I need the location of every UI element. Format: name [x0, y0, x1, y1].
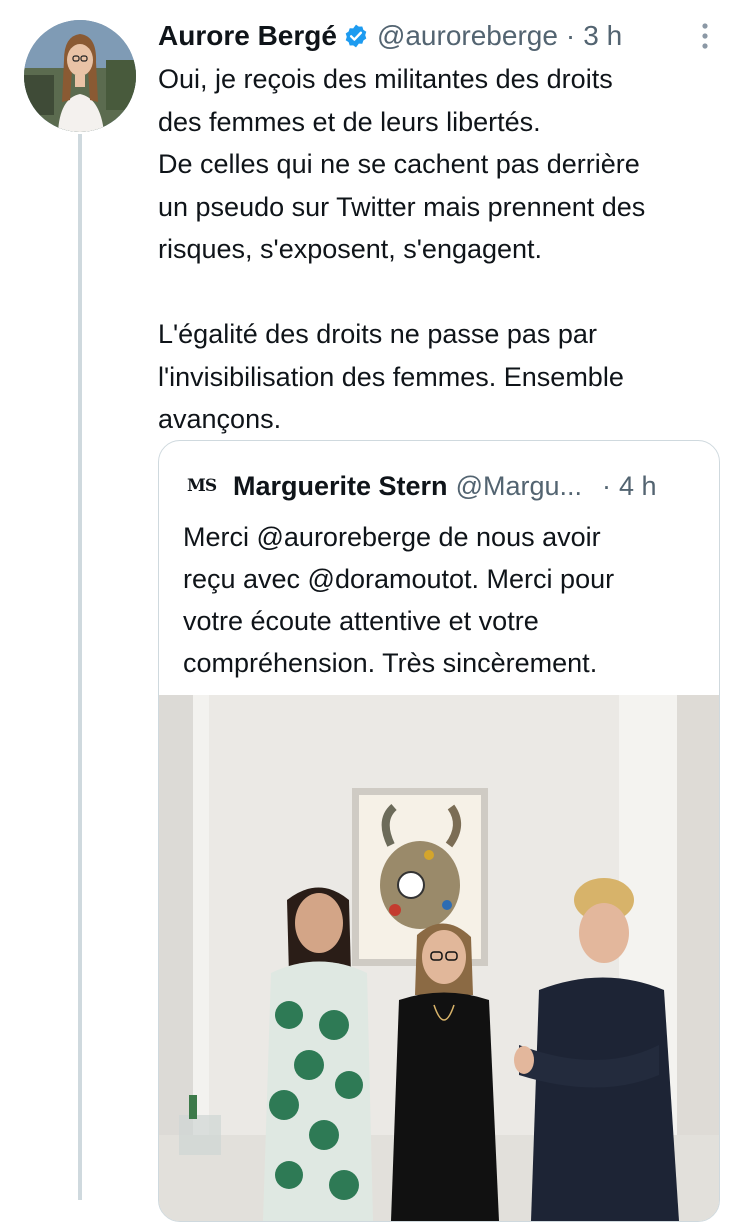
quoted-text-line: reçu avec @doramoutot. Merci pour: [183, 564, 615, 594]
tweet-text-line: L'égalité des droits ne passe pas par: [158, 319, 597, 349]
tweet-text: Oui, je reçois des militantes des droits…: [158, 58, 728, 441]
tweet-text-line: l'invisibilisation des femmes. Ensemble: [158, 361, 624, 392]
tweet-text-line: un pseudo sur Twitter mais prennent des: [158, 191, 646, 222]
quoted-author-name[interactable]: Marguerite Stern: [233, 471, 448, 502]
quoted-text-line: compréhension. Très sincèrement.: [183, 648, 598, 678]
quoted-author-handle[interactable]: @Margu...: [456, 471, 582, 502]
author-handle[interactable]: @auroreberge: [377, 20, 558, 52]
tweet-photo[interactable]: [159, 695, 719, 1221]
thread-line: [78, 134, 82, 1200]
quoted-text-line: Merci @auroreberge de nous avoir: [183, 522, 601, 552]
quoted-tweet-header: MS Marguerite Stern @Margu... · 4 h: [187, 469, 707, 503]
quoted-text-line: votre écoute attentive et votre: [183, 606, 539, 636]
tweet-text-line: risques, s'exposent, s'engagent.: [158, 234, 543, 264]
quoted-header-separator: ·: [602, 470, 612, 501]
tweet-text-line: avançons.: [158, 404, 282, 434]
more-options-icon: [702, 23, 708, 49]
tweet-text-line: Oui, je reçois des militantes des droits: [158, 64, 613, 94]
avatar-image: [24, 20, 136, 132]
tweet-time[interactable]: 3 h: [583, 20, 622, 52]
paragraph-break: [158, 271, 728, 314]
quoted-tweet-card[interactable]: MS Marguerite Stern @Margu... · 4 h Merc…: [158, 440, 720, 1222]
quoted-tweet-time[interactable]: 4 h: [619, 471, 657, 502]
quoted-author-avatar: MS: [187, 476, 217, 496]
tweet-text-line: De celles qui ne se cachent pas derrière: [158, 149, 640, 179]
verified-badge-icon: [345, 24, 367, 48]
side-table: [179, 1115, 221, 1155]
quoted-tweet-text: Merci @auroreberge de nous avoir reçu av…: [183, 516, 703, 684]
water-bottle: [189, 1095, 197, 1119]
author-name[interactable]: Aurore Bergé: [158, 20, 337, 52]
tweet-header: Aurore Bergé @auroreberge · 3 h: [158, 16, 718, 56]
avatar[interactable]: [24, 20, 136, 132]
more-options-button[interactable]: [690, 16, 720, 56]
header-separator: ·: [565, 20, 576, 51]
tweet-text-line: des femmes et de leurs libertés.: [158, 106, 541, 137]
